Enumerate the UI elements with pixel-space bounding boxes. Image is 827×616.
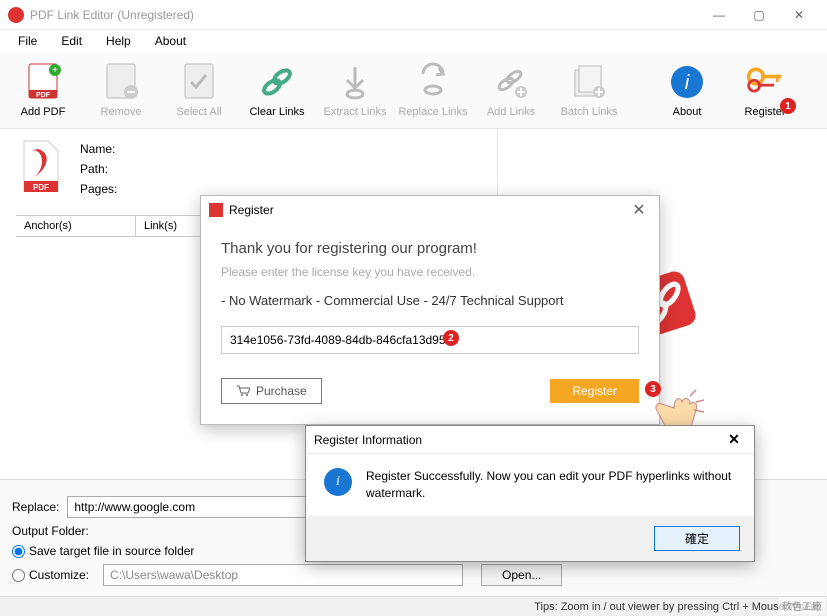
step-badge-2: 2 xyxy=(443,330,459,346)
tool-label: Replace Links xyxy=(398,106,467,118)
window-title: PDF Link Editor (Unregistered) xyxy=(30,8,699,22)
extract-icon xyxy=(335,62,375,102)
file-info: PDF Name: Path: Pages: xyxy=(16,139,481,199)
tool-label: Remove xyxy=(101,106,142,118)
pdf-file-icon: PDF xyxy=(16,139,64,194)
svg-text:PDF: PDF xyxy=(36,92,51,99)
purchase-label: Purchase xyxy=(256,384,307,398)
pdf-icon: PDF + xyxy=(23,62,63,102)
tool-label: Extract Links xyxy=(324,106,387,118)
dialog-title: Register xyxy=(229,203,627,217)
radio-customize[interactable] xyxy=(12,569,25,582)
toolbar: PDF + Add PDF Remove Select All Clear Lin… xyxy=(0,52,827,129)
close-button[interactable]: ✕ xyxy=(779,0,819,30)
menu-file[interactable]: File xyxy=(6,32,49,50)
tool-replace-links: Replace Links xyxy=(394,58,472,122)
addlinks-icon xyxy=(491,62,531,102)
tool-clear-links[interactable]: Clear Links xyxy=(238,58,316,122)
info-message: Register Successfully. Now you can edit … xyxy=(366,468,736,502)
dialog-titlebar: Register ✕ xyxy=(201,196,659,224)
register-features: - No Watermark - Commercial Use - 24/7 T… xyxy=(221,293,639,308)
register-label: Register xyxy=(572,384,617,398)
info-icon: i xyxy=(324,468,352,496)
radio-custom-label: Customize: xyxy=(29,568,89,582)
tool-add-links: Add Links xyxy=(472,58,550,122)
remove-icon xyxy=(101,62,141,102)
key-icon xyxy=(745,62,785,102)
menu-help[interactable]: Help xyxy=(94,32,143,50)
select-all-icon xyxy=(179,62,219,102)
tool-label: Add PDF xyxy=(21,106,66,118)
register-subheading: Please enter the license key you have re… xyxy=(221,265,639,279)
tool-batch-links: Batch Links xyxy=(550,58,628,122)
status-bar: Tips: Zoom in / out viewer by pressing C… xyxy=(0,596,827,616)
clear-links-icon xyxy=(257,62,297,102)
register-button[interactable]: Register 3 xyxy=(550,379,639,403)
info-dialog: Register Information ✕ i Register Succes… xyxy=(305,425,755,562)
tool-about[interactable]: i About xyxy=(648,58,726,122)
info-titlebar: Register Information ✕ xyxy=(306,426,754,454)
minimize-button[interactable]: — xyxy=(699,0,739,30)
app-icon xyxy=(8,7,24,23)
tool-label: Add Links xyxy=(487,106,535,118)
replace-label: Replace: xyxy=(12,500,59,514)
dialog-close-button[interactable]: ✕ xyxy=(627,200,651,220)
titlebar: PDF Link Editor (Unregistered) — ▢ ✕ xyxy=(0,0,827,30)
dialog-icon xyxy=(209,203,223,217)
purchase-button[interactable]: Purchase xyxy=(221,378,322,404)
status-tip: Tips: Zoom in / out viewer by pressing C… xyxy=(534,601,819,613)
tool-label: Batch Links xyxy=(561,106,618,118)
tool-label: Select All xyxy=(176,106,221,118)
svg-text:i: i xyxy=(685,72,690,94)
tool-label: About xyxy=(673,106,702,118)
custom-path-input[interactable] xyxy=(103,564,463,586)
replace-icon xyxy=(413,62,453,102)
label-pages: Pages: xyxy=(80,179,117,199)
register-heading: Thank you for registering our program! xyxy=(221,240,639,257)
maximize-button[interactable]: ▢ xyxy=(739,0,779,30)
radio-source-label: Save target file in source folder xyxy=(29,544,194,558)
svg-text:PDF: PDF xyxy=(33,183,49,192)
register-dialog: Register ✕ Thank you for registering our… xyxy=(200,195,660,425)
tool-extract-links: Extract Links xyxy=(316,58,394,122)
svg-text:+: + xyxy=(52,65,58,76)
tool-remove: Remove xyxy=(82,58,160,122)
step-badge-1: 1 xyxy=(780,98,796,114)
menu-edit[interactable]: Edit xyxy=(49,32,94,50)
output-folder-label: Output Folder: xyxy=(12,524,89,538)
info-title: Register Information xyxy=(314,433,722,447)
tool-register[interactable]: Register 1 xyxy=(726,58,804,122)
tool-add-pdf[interactable]: PDF + Add PDF xyxy=(4,58,82,122)
col-links[interactable]: Link(s) xyxy=(136,216,185,236)
menubar: File Edit Help About xyxy=(0,30,827,52)
tool-select-all: Select All xyxy=(160,58,238,122)
menu-about[interactable]: About xyxy=(143,32,198,50)
license-key-input[interactable] xyxy=(221,326,639,354)
cart-icon xyxy=(236,385,250,397)
radio-source-folder[interactable] xyxy=(12,545,25,558)
about-icon: i xyxy=(667,62,707,102)
label-path: Path: xyxy=(80,159,117,179)
info-close-button[interactable]: ✕ xyxy=(722,431,746,448)
watermark-stamp: 軟色工廠 xyxy=(779,597,825,614)
ok-button[interactable]: 確定 xyxy=(654,526,740,551)
batch-icon xyxy=(569,62,609,102)
col-anchors[interactable]: Anchor(s) xyxy=(16,216,136,236)
label-name: Name: xyxy=(80,139,117,159)
tool-label: Clear Links xyxy=(249,106,304,118)
open-button[interactable]: Open... xyxy=(481,564,562,586)
